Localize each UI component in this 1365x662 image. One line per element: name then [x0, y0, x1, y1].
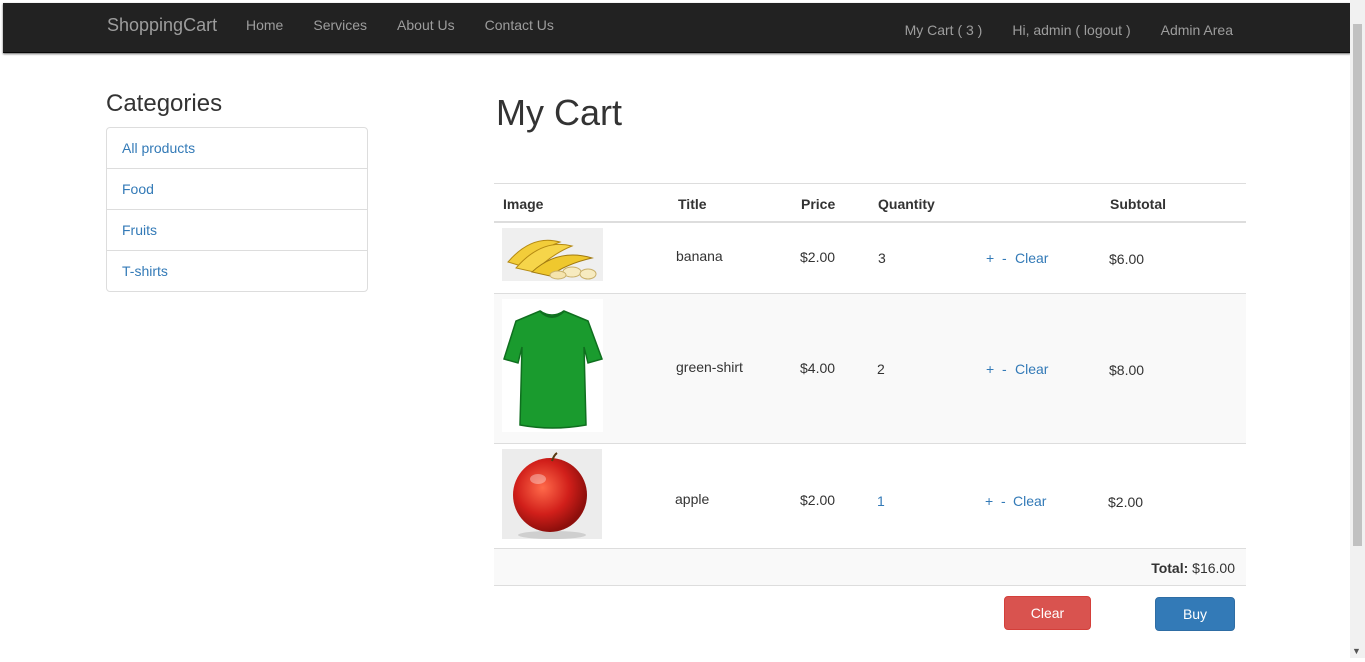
increase-quantity-link[interactable]: + — [985, 493, 993, 509]
category-item-fruits[interactable]: Fruits — [107, 210, 367, 251]
buy-now-button[interactable]: Buy now — [1155, 597, 1235, 654]
page-title: My Cart — [496, 92, 622, 133]
brand-link[interactable]: ShoppingCart — [107, 15, 217, 36]
row-quantity: 3 — [878, 250, 886, 266]
decrease-quantity-link[interactable]: - — [1002, 250, 1007, 266]
table-header: Image Title Price Quantity Subtotal — [494, 183, 1246, 223]
clear-item-link[interactable]: Clear — [1013, 493, 1046, 509]
header-subtotal: Subtotal — [1110, 196, 1166, 212]
product-image-green-shirt — [502, 299, 603, 432]
row-quantity: 2 — [877, 361, 885, 377]
category-item-food[interactable]: Food — [107, 169, 367, 210]
header-image: Image — [503, 196, 544, 212]
header-title: Title — [678, 196, 707, 212]
nav-about-link[interactable]: About Us — [397, 17, 455, 33]
page-scrollbar[interactable]: ▼ — [1350, 0, 1365, 658]
increase-quantity-link[interactable]: + — [986, 250, 994, 266]
decrease-quantity-link[interactable]: - — [1002, 361, 1007, 377]
scrollbar-thumb[interactable] — [1353, 24, 1362, 546]
admin-area-link[interactable]: Admin Area — [1161, 22, 1233, 38]
nav-contact-link[interactable]: Contact Us — [485, 17, 554, 33]
table-row: apple $2.00 1 + - Clear $2.00 — [494, 444, 1246, 549]
categories-title: Categories — [106, 90, 223, 117]
clear-item-link[interactable]: Clear — [1015, 250, 1048, 266]
row-subtotal: $2.00 — [1108, 494, 1144, 510]
product-image-banana — [502, 228, 603, 281]
row-title: banana — [676, 248, 723, 264]
my-cart-link[interactable]: My Cart ( 3 ) — [905, 22, 983, 38]
decrease-quantity-link[interactable]: - — [1001, 493, 1006, 509]
total-value: $16.00 — [1192, 560, 1235, 576]
clear-cart-button[interactable]: Clear cart — [1004, 596, 1091, 653]
nav-services-link[interactable]: Services — [313, 17, 367, 33]
nav-left: Home Services About Us Contact Us — [246, 17, 584, 33]
user-logout-link[interactable]: Hi, admin ( logout ) — [1012, 22, 1130, 38]
table-row: banana $2.00 3 + - Clear $6.00 — [494, 223, 1246, 294]
increase-quantity-link[interactable]: + — [986, 361, 994, 377]
row-subtotal: $8.00 — [1109, 362, 1145, 378]
header-price: Price — [801, 196, 836, 212]
product-image-apple — [502, 449, 602, 539]
scroll-down-arrow-icon[interactable]: ▼ — [1352, 647, 1361, 656]
cart-total: Total: $16.00 — [1151, 560, 1235, 576]
navbar: ShoppingCart Home Services About Us Cont… — [3, 3, 1351, 53]
row-price: $2.00 — [800, 492, 836, 508]
row-price: $2.00 — [800, 249, 836, 265]
row-title: apple — [675, 491, 710, 507]
total-label: Total: — [1151, 560, 1189, 576]
category-item-all-products[interactable]: All products — [107, 128, 367, 169]
category-item-t-shirts[interactable]: T-shirts — [107, 251, 367, 291]
row-price: $4.00 — [800, 360, 836, 376]
nav-right: My Cart ( 3 ) Hi, admin ( logout ) Admin… — [875, 22, 1233, 38]
cart-table: Image Title Price Quantity Subtotal bana… — [494, 183, 1246, 586]
row-subtotal: $6.00 — [1109, 251, 1145, 267]
total-row: Total: $16.00 — [494, 549, 1246, 586]
clear-item-link[interactable]: Clear — [1015, 361, 1048, 377]
category-list: All products Food Fruits T-shirts — [106, 127, 368, 292]
row-quantity: 1 — [877, 493, 885, 509]
table-row: green-shirt $4.00 2 + - Clear $8.00 — [494, 294, 1246, 444]
header-quantity: Quantity — [878, 196, 935, 212]
nav-home-link[interactable]: Home — [246, 17, 283, 33]
row-title: green-shirt — [676, 359, 743, 375]
